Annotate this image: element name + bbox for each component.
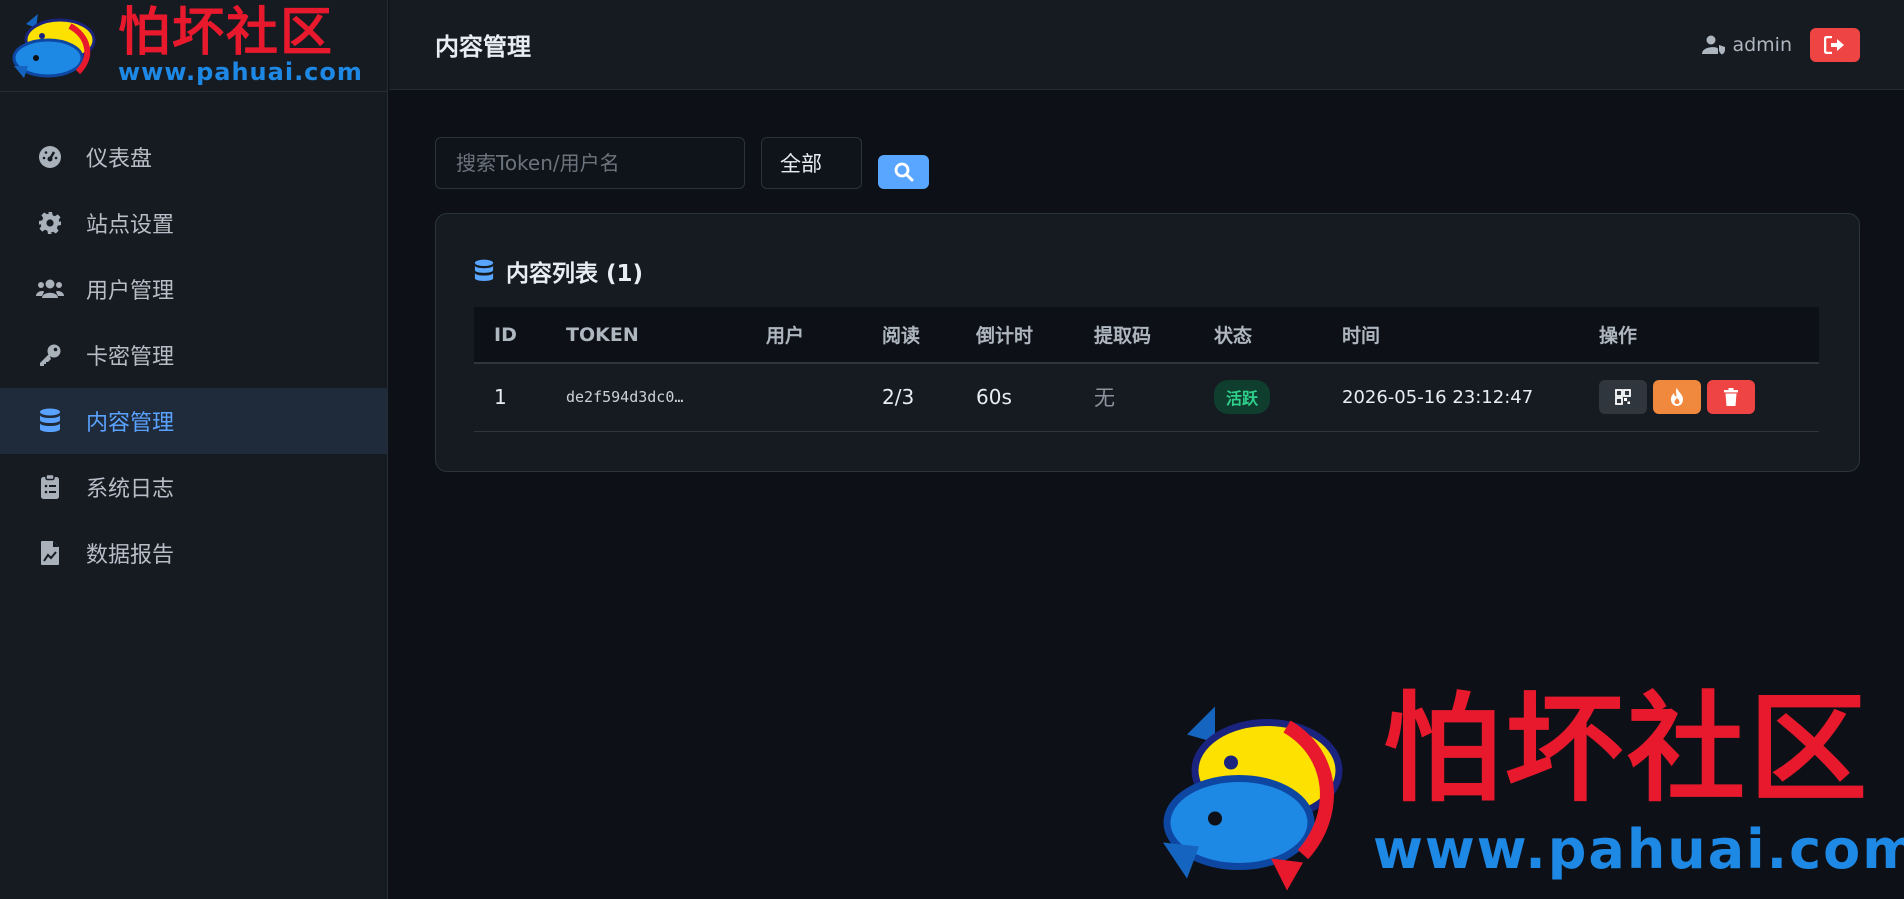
users-icon: [36, 275, 64, 303]
table-row: 1 de2f594d3dc0… 2/3 60s 无 活跃 2026-05-16 …: [474, 363, 1819, 431]
column-header-countdown[interactable]: 倒计时: [956, 307, 1074, 364]
cell-id: 1: [494, 385, 507, 410]
delete-button[interactable]: [1707, 380, 1755, 415]
card-title: 内容列表 (1): [474, 254, 643, 288]
username: admin: [1732, 33, 1792, 56]
cell-user: [746, 363, 862, 431]
column-header-id[interactable]: ID: [474, 307, 546, 364]
sign-out-icon: [1824, 35, 1844, 54]
sidebar-item-label: 数据报告: [86, 543, 175, 568]
database-icon: [36, 407, 64, 435]
sidebar-item-card-keys[interactable]: 卡密管理: [0, 322, 387, 388]
qrcode-icon: [1615, 389, 1631, 406]
watermark-logo: 怕坏社区 www.pahuai.com: [1155, 684, 1904, 895]
sidebar-nav: 仪表盘 站点设置 用户管理 卡密管理 内容管理 系统日志 数据报告: [0, 124, 387, 586]
dashboard-gauge-icon: [36, 143, 64, 171]
brand-title: 怕坏社区: [118, 2, 335, 63]
burn-button[interactable]: [1653, 380, 1701, 415]
key-icon: [36, 341, 64, 369]
search-icon: [894, 162, 913, 182]
fish-logo-icon: [12, 13, 96, 78]
trash-icon: [1724, 388, 1738, 407]
column-header-status[interactable]: 状态: [1194, 307, 1322, 364]
gear-icon: [36, 209, 64, 237]
column-header-code[interactable]: 提取码: [1074, 307, 1194, 364]
column-header-token[interactable]: TOKEN: [546, 307, 746, 364]
user-area: admin: [1702, 27, 1860, 62]
cell-countdown: 60s: [976, 385, 1012, 410]
watermark-title: 怕坏社区: [1383, 679, 1872, 818]
cell-status: 活跃: [1194, 363, 1322, 431]
cell-code: 无: [1094, 386, 1115, 411]
brand-logo[interactable]: 怕坏社区 www.pahuai.com: [0, 0, 387, 92]
database-icon: [474, 259, 494, 281]
top-header: 内容管理 admin: [389, 0, 1904, 90]
sidebar-item-site-settings[interactable]: 站点设置: [0, 190, 387, 256]
sidebar-item-users[interactable]: 用户管理: [0, 256, 387, 322]
column-header-actions: 操作: [1579, 307, 1819, 364]
watermark-url: www.pahuai.com: [1373, 818, 1904, 881]
column-header-user[interactable]: 用户: [746, 307, 862, 364]
sidebar-item-system-logs[interactable]: 系统日志: [0, 454, 387, 520]
logout-button[interactable]: [1810, 27, 1860, 62]
sidebar-item-label: 系统日志: [86, 477, 175, 502]
search-button[interactable]: [878, 155, 929, 189]
sidebar-item-label: 卡密管理: [86, 345, 175, 370]
sidebar-item-content[interactable]: 内容管理: [0, 388, 387, 454]
table-header-row: ID TOKEN 用户 阅读 倒计时 提取码 状态 时间 操作: [474, 307, 1819, 364]
column-header-reads[interactable]: 阅读: [862, 307, 956, 364]
status-select[interactable]: 全部: [761, 137, 862, 189]
cell-token[interactable]: de2f594d3dc0…: [546, 363, 746, 431]
sidebar: 怕坏社区 www.pahuai.com 仪表盘 站点设置 用户管理 卡密管理 内…: [0, 0, 388, 899]
sidebar-item-label: 仪表盘: [86, 147, 153, 172]
brand-url: www.pahuai.com: [118, 58, 363, 86]
fish-logo-icon: [1163, 706, 1343, 891]
search-input[interactable]: [435, 137, 745, 189]
card-title-text: 内容列表 (1): [506, 261, 644, 287]
status-select-value: 全部: [780, 152, 822, 176]
sidebar-item-data-report[interactable]: 数据报告: [0, 520, 387, 586]
fire-icon: [1671, 388, 1683, 407]
status-badge: 活跃: [1214, 380, 1271, 415]
sidebar-item-label: 站点设置: [86, 213, 175, 238]
file-chart-icon: [36, 539, 64, 567]
sidebar-item-label: 内容管理: [86, 411, 175, 436]
sidebar-item-dashboard[interactable]: 仪表盘: [0, 124, 387, 190]
user-menu[interactable]: admin: [1702, 34, 1792, 56]
cell-reads: 2/3: [882, 385, 915, 410]
page-title: 内容管理: [435, 33, 531, 61]
sidebar-item-label: 用户管理: [86, 279, 175, 304]
content-list-card: 内容列表 (1) ID TOKEN 用户 阅读 倒计时 提取码 状态 时间 操作…: [435, 213, 1860, 472]
column-header-time[interactable]: 时间: [1322, 307, 1579, 364]
content-table: ID TOKEN 用户 阅读 倒计时 提取码 状态 时间 操作 1 de2f59…: [474, 307, 1819, 432]
cell-time: 2026-05-16 23:12:47: [1342, 386, 1534, 408]
user-shield-icon: [1702, 35, 1726, 54]
qrcode-button[interactable]: [1599, 380, 1647, 415]
cell-actions: [1579, 363, 1819, 431]
clipboard-icon: [36, 473, 64, 501]
